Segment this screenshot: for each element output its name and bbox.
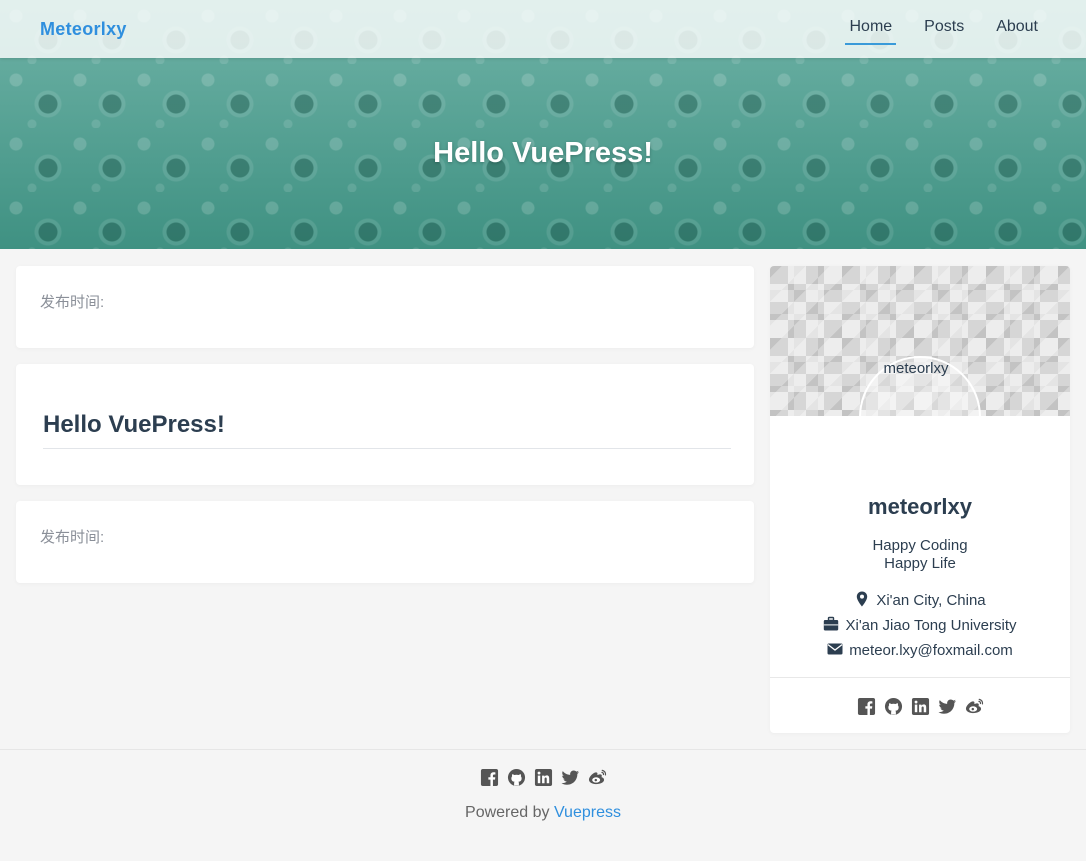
title-divider [43, 448, 731, 449]
post-meta-card-top: 发布时间: [16, 266, 754, 348]
hero-title: Hello VuePress! [433, 137, 653, 169]
navbar: Meteorlxy Home Posts About [0, 0, 1086, 58]
profile-divider [770, 677, 1070, 678]
linkedin-icon[interactable] [534, 768, 553, 787]
facebook-icon[interactable] [480, 768, 499, 787]
map-marker-icon [857, 591, 868, 607]
weibo-icon[interactable] [588, 768, 607, 787]
organization-text: Xi'an Jiao Tong University [845, 617, 1017, 634]
post-meta-card-bottom: 发布时间: [16, 501, 754, 583]
publish-time-label: 发布时间: [40, 529, 105, 546]
hero-banner: Meteorlxy Home Posts About Hello VuePres… [0, 0, 1086, 249]
twitter-icon[interactable] [937, 697, 957, 716]
nav-links: Home Posts About [845, 18, 1042, 45]
powered-by: Powered by Vuepress [0, 804, 1086, 822]
profile-name: meteorlxy [868, 494, 972, 519]
nav-home[interactable]: Home [845, 18, 896, 45]
bio-line: Happy Coding [872, 537, 968, 554]
post-title: Hello VuePress! [43, 411, 225, 438]
weibo-icon[interactable] [965, 697, 984, 716]
profile-organization: Xi'an Jiao Tong University [770, 616, 1070, 634]
nav-about[interactable]: About [992, 18, 1042, 44]
email-link[interactable]: meteor.lxy@foxmail.com [849, 642, 1013, 659]
facebook-icon[interactable] [857, 697, 876, 716]
publish-time-label: 发布时间: [40, 294, 105, 311]
profile-bio: Happy Coding Happy Life [770, 537, 1070, 573]
nav-posts[interactable]: Posts [920, 18, 968, 44]
profile-email: meteor.lxy@foxmail.com [770, 641, 1070, 659]
profile-social-links [770, 697, 1070, 716]
vuepress-link[interactable]: Vuepress [554, 804, 621, 821]
github-icon[interactable] [507, 768, 526, 787]
twitter-icon[interactable] [560, 768, 580, 787]
powered-by-prefix: Powered by [465, 804, 550, 821]
profile-location: Xi'an City, China [770, 591, 1070, 609]
footer-social-links [0, 768, 1086, 787]
avatar-alt-text: meteorlxy [883, 360, 949, 377]
bio-line: Happy Life [884, 555, 956, 572]
github-icon[interactable] [884, 697, 903, 716]
location-text: Xi'an City, China [876, 592, 986, 609]
footer: Powered by Vuepress [0, 749, 1086, 861]
linkedin-icon[interactable] [911, 697, 930, 716]
site-brand[interactable]: Meteorlxy [40, 19, 127, 40]
envelope-icon [827, 643, 843, 655]
profile-card: meteorlxy meteorlxy Happy Coding Happy L… [770, 266, 1070, 733]
briefcase-icon [824, 616, 839, 631]
post-content-card: Hello VuePress! [16, 364, 754, 485]
